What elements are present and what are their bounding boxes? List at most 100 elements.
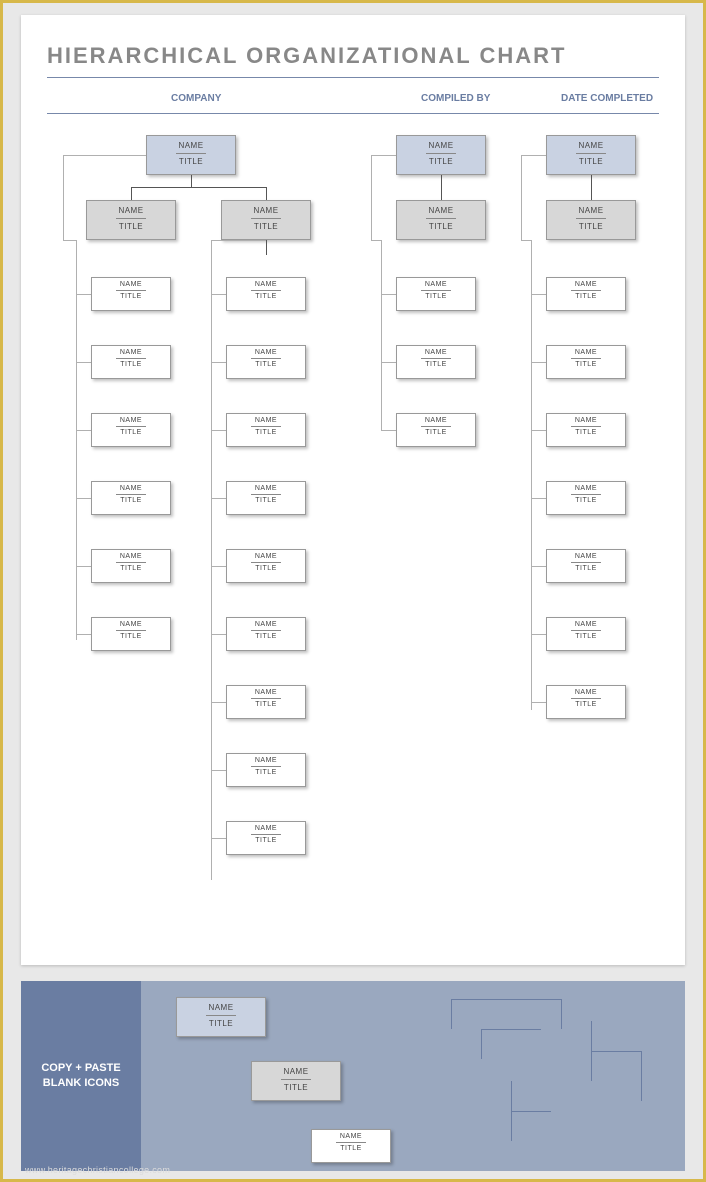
- connector: [531, 430, 546, 431]
- leaf-node-b1: NAMETITLE: [226, 345, 306, 379]
- bracket: [561, 999, 562, 1029]
- connector: [76, 294, 91, 295]
- connector: [76, 240, 77, 640]
- header-row: COMPANY COMPILED BY DATE COMPLETED: [21, 93, 685, 111]
- connector: [531, 294, 546, 295]
- connector: [76, 362, 91, 363]
- leaf-node-c0: NAMETITLE: [396, 277, 476, 311]
- connector: [441, 175, 442, 200]
- connector: [381, 430, 396, 431]
- connector: [531, 362, 546, 363]
- leaf-node-d4: NAMETITLE: [546, 549, 626, 583]
- leaf-node-b8: NAMETITLE: [226, 821, 306, 855]
- leaf-node-a0: NAMETITLE: [91, 277, 171, 311]
- connector: [211, 362, 226, 363]
- mgr-node-1a: NAMETITLE: [86, 200, 176, 240]
- panel-side-label: COPY + PASTE BLANK ICONS: [21, 981, 141, 1171]
- connector: [211, 566, 226, 567]
- mgr-node-2: NAMETITLE: [396, 200, 486, 240]
- connector: [371, 240, 381, 241]
- header-compiled-by: COMPILED BY: [421, 93, 490, 104]
- connector: [531, 498, 546, 499]
- connector: [266, 240, 267, 255]
- page-main: HIERARCHICAL ORGANIZATIONAL CHART COMPAN…: [21, 15, 685, 965]
- page-title: HIERARCHICAL ORGANIZATIONAL CHART: [47, 43, 566, 69]
- connector: [76, 498, 91, 499]
- header-date-completed: DATE COMPLETED: [561, 93, 653, 104]
- bracket: [641, 1051, 642, 1101]
- connector: [211, 240, 266, 241]
- rule-bottom: [47, 113, 659, 114]
- leaf-node-d6: NAMETITLE: [546, 685, 626, 719]
- connector: [76, 634, 91, 635]
- connector: [371, 155, 372, 240]
- connector: [191, 175, 192, 187]
- leaf-node-a1: NAMETITLE: [91, 345, 171, 379]
- connector: [531, 566, 546, 567]
- bracket: [511, 1111, 551, 1112]
- connector: [591, 175, 592, 200]
- connector: [381, 362, 396, 363]
- leaf-node-b2: NAMETITLE: [226, 413, 306, 447]
- top-node-2: NAMETITLE: [396, 135, 486, 175]
- leaf-node-d2: NAMETITLE: [546, 413, 626, 447]
- connector: [381, 240, 382, 430]
- connector: [211, 294, 226, 295]
- bracket: [451, 999, 561, 1000]
- connector: [63, 240, 76, 241]
- leaf-node-c1: NAMETITLE: [396, 345, 476, 379]
- mgr-node-1b: NAMETITLE: [221, 200, 311, 240]
- header-company: COMPANY: [171, 93, 221, 104]
- connector: [531, 634, 546, 635]
- bracket: [481, 1029, 482, 1059]
- leaf-node-d1: NAMETITLE: [546, 345, 626, 379]
- bracket: [451, 999, 452, 1029]
- panel-icons: COPY + PASTE BLANK ICONS NAMETITLE NAMET…: [21, 981, 685, 1171]
- leaf-node-d3: NAMETITLE: [546, 481, 626, 515]
- leaf-node-b6: NAMETITLE: [226, 685, 306, 719]
- leaf-node-b7: NAMETITLE: [226, 753, 306, 787]
- leaf-node-a4: NAMETITLE: [91, 549, 171, 583]
- leaf-node-d0: NAMETITLE: [546, 277, 626, 311]
- leaf-node-b3: NAMETITLE: [226, 481, 306, 515]
- connector: [211, 430, 226, 431]
- bracket: [591, 1051, 641, 1052]
- connector: [63, 155, 64, 240]
- connector: [211, 838, 226, 839]
- connector: [211, 240, 212, 880]
- connector: [76, 430, 91, 431]
- leaf-node-b4: NAMETITLE: [226, 549, 306, 583]
- mgr-node-3: NAMETITLE: [546, 200, 636, 240]
- rule-top: [47, 77, 659, 78]
- connector: [131, 187, 132, 200]
- leaf-node-a2: NAMETITLE: [91, 413, 171, 447]
- sample-leaf-node: NAMETITLE: [311, 1129, 391, 1163]
- connector: [531, 702, 546, 703]
- bracket: [481, 1029, 541, 1030]
- connector: [266, 187, 267, 200]
- leaf-node-b0: NAMETITLE: [226, 277, 306, 311]
- connector: [211, 770, 226, 771]
- connector: [63, 155, 146, 156]
- sample-mgr-node: NAMETITLE: [251, 1061, 341, 1101]
- connector: [521, 240, 531, 241]
- leaf-node-b5: NAMETITLE: [226, 617, 306, 651]
- connector: [371, 155, 396, 156]
- sample-top-node: NAMETITLE: [176, 997, 266, 1037]
- connector: [381, 294, 396, 295]
- watermark: www.heritagechristiancollege.com: [25, 1165, 170, 1175]
- connector: [521, 155, 546, 156]
- connector: [211, 702, 226, 703]
- connector: [211, 634, 226, 635]
- connector: [211, 498, 226, 499]
- top-node-3: NAMETITLE: [546, 135, 636, 175]
- leaf-node-a5: NAMETITLE: [91, 617, 171, 651]
- top-node-1: NAMETITLE: [146, 135, 236, 175]
- leaf-node-c2: NAMETITLE: [396, 413, 476, 447]
- document-frame: HIERARCHICAL ORGANIZATIONAL CHART COMPAN…: [0, 0, 706, 1182]
- leaf-node-a3: NAMETITLE: [91, 481, 171, 515]
- leaf-node-d5: NAMETITLE: [546, 617, 626, 651]
- connector: [131, 187, 266, 188]
- connector: [531, 240, 532, 710]
- connector: [521, 155, 522, 240]
